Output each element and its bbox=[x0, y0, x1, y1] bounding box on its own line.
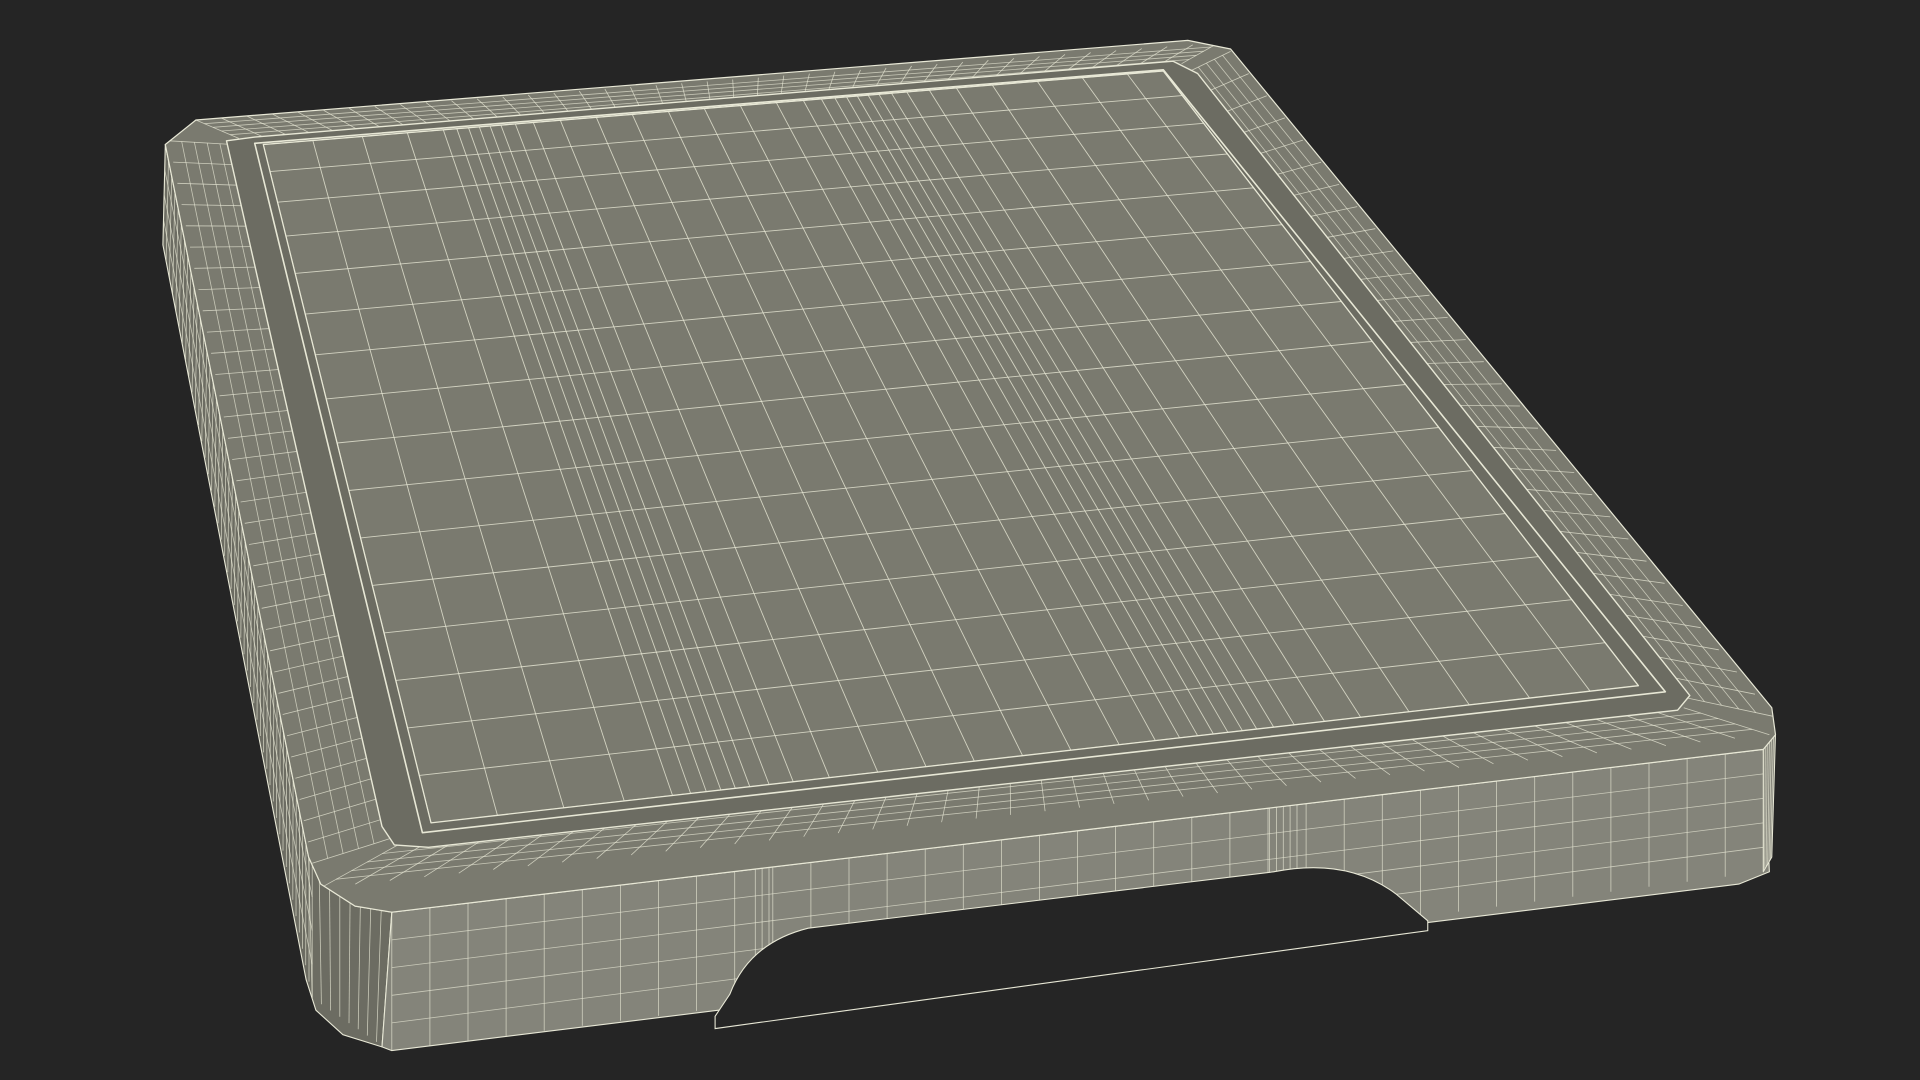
wireframe-model bbox=[162, 39, 1777, 1052]
render-viewport bbox=[0, 0, 1920, 1080]
board-right-side bbox=[1762, 734, 1776, 873]
wire-edge bbox=[189, 246, 256, 248]
